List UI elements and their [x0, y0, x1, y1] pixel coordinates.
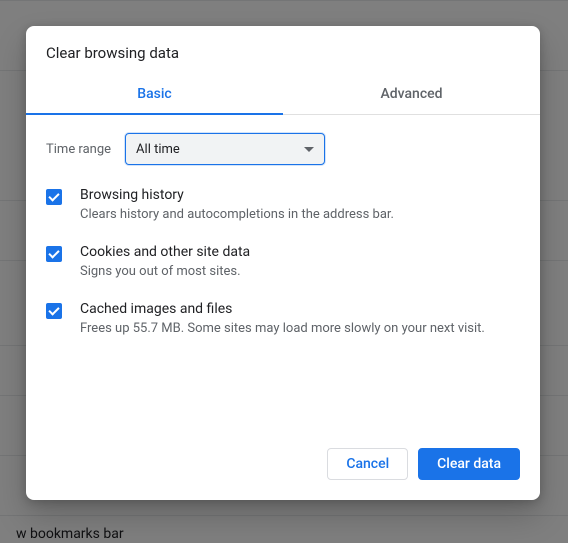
checkbox-browsing-history[interactable] — [46, 189, 62, 205]
option-title: Cached images and files — [80, 301, 485, 317]
time-range-select[interactable]: All time — [125, 133, 325, 165]
option-desc: Frees up 55.7 MB. Some sites may load mo… — [80, 320, 485, 338]
option-desc: Clears history and autocompletions in th… — [80, 206, 394, 224]
tabs: Basic Advanced — [26, 76, 540, 115]
tab-advanced[interactable]: Advanced — [283, 76, 540, 114]
dialog-title: Clear browsing data — [26, 26, 540, 76]
tab-basic[interactable]: Basic — [26, 76, 283, 114]
checkbox-cookies[interactable] — [46, 246, 62, 262]
clear-browsing-data-dialog: Clear browsing data Basic Advanced Time … — [26, 26, 540, 500]
time-range-row: Time range All time — [46, 133, 520, 165]
option-desc: Signs you out of most sites. — [80, 263, 250, 281]
checkbox-cache[interactable] — [46, 303, 62, 319]
time-range-label: Time range — [46, 142, 111, 157]
clear-data-button[interactable]: Clear data — [418, 448, 520, 480]
dialog-footer: Cancel Clear data — [26, 432, 540, 500]
chevron-down-icon — [304, 147, 314, 152]
time-range-value: All time — [136, 142, 180, 157]
dialog-body: Time range All time Browsing history Cle… — [26, 115, 540, 432]
option-cache: Cached images and files Frees up 55.7 MB… — [46, 301, 520, 338]
cancel-button[interactable]: Cancel — [327, 448, 408, 480]
option-title: Cookies and other site data — [80, 244, 250, 260]
option-title: Browsing history — [80, 187, 394, 203]
option-browsing-history: Browsing history Clears history and auto… — [46, 187, 520, 224]
option-cookies: Cookies and other site data Signs you ou… — [46, 244, 520, 281]
